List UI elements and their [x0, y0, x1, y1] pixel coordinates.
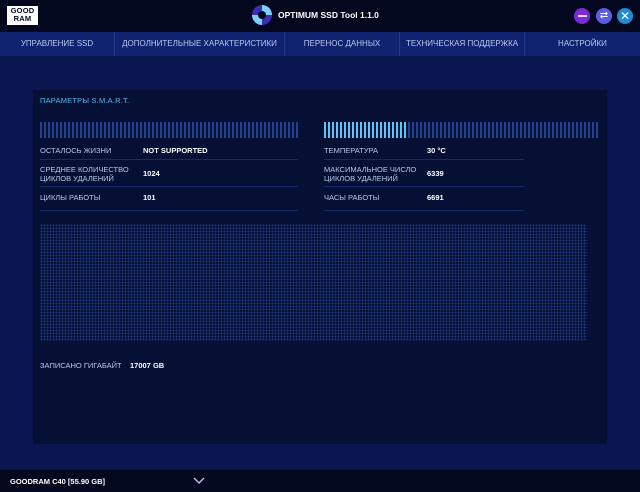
- dot-matrix-graph: [40, 224, 587, 341]
- goodram-logo: GOOD RAM: [7, 6, 38, 25]
- chevron-down-icon[interactable]: [192, 474, 206, 488]
- power-cycles-label: ЦИКЛЫ РАБОТЫ: [40, 193, 101, 202]
- power-hours-value: 6691: [427, 193, 444, 202]
- switch-mode-button[interactable]: ⇄: [596, 8, 612, 24]
- max-erase-cycles-label: МАКСИМАЛЬНОЕ ЧИСЛО ЦИКЛОВ УДАЛЕНИЙ: [324, 165, 417, 183]
- drive-selector[interactable]: GOODRAM C40 [55.90 GB]: [10, 477, 105, 486]
- temperature-meter-active: [324, 122, 408, 138]
- separator: [40, 159, 298, 160]
- minimize-button[interactable]: [574, 8, 590, 24]
- nav-extended-characteristics[interactable]: ДОПОЛНИТЕЛЬНЫЕ ХАРАКТЕРИСТИКИ: [115, 32, 285, 56]
- separator: [324, 210, 524, 211]
- separator: [40, 210, 298, 211]
- power-cycles-value: 101: [143, 193, 156, 202]
- power-hours-label: ЧАСЫ РАБОТЫ: [324, 193, 380, 202]
- temperature-value: 30 °C: [427, 146, 446, 155]
- avg-erase-cycles-value: 1024: [143, 169, 160, 178]
- nav-settings[interactable]: НАСТРОЙКИ: [525, 32, 640, 56]
- title-bar: GOOD RAM OPTIMUM SSD Tool 1.1.0 ⇄ ✕: [0, 0, 640, 32]
- nav-ssd-management[interactable]: УПРАВЛЕНИЕ SSD: [0, 32, 115, 56]
- switch-icon: ⇄: [599, 10, 609, 21]
- main-nav: УПРАВЛЕНИЕ SSD ДОПОЛНИТЕЛЬНЫЕ ХАРАКТЕРИС…: [0, 32, 640, 56]
- life-remaining-value: NOT SUPPORTED: [143, 146, 208, 155]
- app-title: OPTIMUM SSD Tool 1.1.0: [278, 10, 379, 20]
- drive-selector-bar: GOODRAM C40 [55.90 GB]: [0, 470, 640, 492]
- app-icon: [252, 5, 272, 25]
- smart-panel: ПАРАМЕТРЫ S.M.A.R.T. ОСТАЛОСЬ ЖИЗНИ NOT …: [33, 90, 607, 444]
- avg-erase-cycles-label: СРЕДНЕЕ КОЛИЧЕСТВО ЦИКЛОВ УДАЛЕНИЙ: [40, 165, 129, 183]
- nav-data-migration[interactable]: ПЕРЕНОС ДАННЫХ: [285, 32, 400, 56]
- panel-title: ПАРАМЕТРЫ S.M.A.R.T.: [40, 96, 130, 105]
- life-remaining-label: ОСТАЛОСЬ ЖИЗНИ: [40, 146, 112, 155]
- separator: [40, 186, 298, 187]
- separator: [324, 159, 524, 160]
- temperature-meter-inactive: [408, 122, 598, 138]
- nav-tech-support[interactable]: ТЕХНИЧЕСКАЯ ПОДДЕРЖКА: [400, 32, 525, 56]
- separator: [324, 186, 524, 187]
- temperature-label: ТЕМПЕРАТУРА: [324, 146, 378, 155]
- written-gb-label: ЗАПИСАНО ГИГАБАЙТ: [40, 361, 122, 370]
- close-icon: ✕: [619, 9, 631, 23]
- written-gb-value: 17007 GB: [130, 361, 165, 370]
- max-erase-cycles-value: 6339: [427, 169, 444, 178]
- life-remaining-meter: [40, 122, 298, 138]
- close-button[interactable]: ✕: [617, 8, 633, 24]
